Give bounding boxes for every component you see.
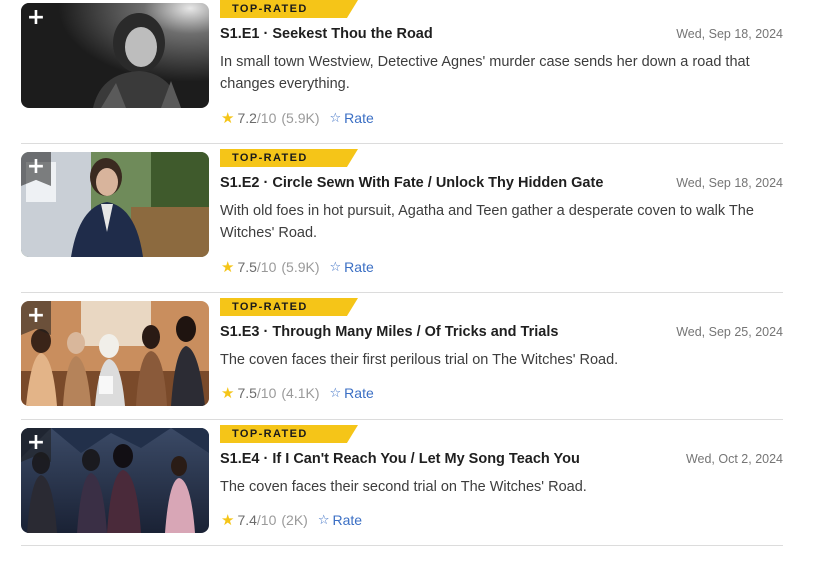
episode-description: The coven faces their first perilous tri… xyxy=(220,352,619,368)
top-rated-badge: TOP-RATED xyxy=(220,0,358,18)
episode-item: + TOP-RATED S1.E3 · Through Many Miles /… xyxy=(0,298,826,444)
episode-description: The coven faces their second trial on Th… xyxy=(220,479,587,495)
air-date: Wed, Oct 2, 2024 xyxy=(685,452,783,466)
star-icon: ★ xyxy=(221,511,235,529)
rate-label: Rate xyxy=(344,385,374,401)
rating-row: ★ 7.4 /10 (2K) ☆ Rate xyxy=(221,511,362,529)
rating-row: ★ 7.5 /10 (4.1K) ☆ Rate xyxy=(221,384,374,402)
star-icon: ★ xyxy=(221,384,235,402)
rating-scale: /10 xyxy=(256,259,277,275)
rating-row: ★ 7.2 /10 (5.9K) ☆ Rate xyxy=(221,109,374,127)
episode-thumbnail[interactable]: + xyxy=(21,301,209,406)
vote-count: (5.9K) xyxy=(281,259,320,275)
episode-description: With old foes in hot pursuit, Agatha and… xyxy=(220,203,754,241)
air-date: Wed, Sep 18, 2024 xyxy=(676,27,783,41)
episode-thumbnail[interactable]: + xyxy=(21,3,209,108)
episode-thumbnail[interactable]: + xyxy=(21,428,209,533)
rating-scale: /10 xyxy=(256,385,277,401)
star-icon: ★ xyxy=(221,109,235,127)
episode-item: + TOP-RATED S1.E1 · Seekest Thou the Roa… xyxy=(0,0,826,146)
star-icon: ★ xyxy=(221,258,235,276)
rating-scale: /10 xyxy=(256,512,277,528)
rating-score: 7.4 xyxy=(237,512,257,528)
top-rated-badge: TOP-RATED xyxy=(220,425,358,443)
vote-count: (4.1K) xyxy=(281,385,320,401)
episode-thumbnail[interactable]: + xyxy=(21,152,209,257)
rate-button[interactable]: ☆ Rate xyxy=(318,512,362,528)
divider xyxy=(21,143,783,144)
rate-label: Rate xyxy=(344,259,374,275)
top-rated-badge: TOP-RATED xyxy=(220,298,358,316)
star-outline-icon: ☆ xyxy=(329,259,342,275)
episode-description: In small town Westview, Detective Agnes'… xyxy=(220,54,750,92)
divider xyxy=(21,545,783,546)
vote-count: (2K) xyxy=(281,512,308,528)
episode-item: + TOP-RATED S1.E2 · Circle Sewn With Fat… xyxy=(0,149,826,295)
rate-button[interactable]: ☆ Rate xyxy=(330,259,374,275)
top-rated-badge: TOP-RATED xyxy=(220,149,358,167)
episode-item: + TOP-RATED S1.E4 · If I Can't Reach You… xyxy=(0,425,826,571)
divider xyxy=(21,419,783,420)
vote-count: (5.9K) xyxy=(281,110,320,126)
star-outline-icon: ☆ xyxy=(317,512,330,528)
rating-scale: /10 xyxy=(256,110,277,126)
rating-row: ★ 7.5 /10 (5.9K) ☆ Rate xyxy=(221,258,374,276)
episode-list: + TOP-RATED S1.E1 · Seekest Thou the Roa… xyxy=(0,0,826,547)
divider xyxy=(21,292,783,293)
rating-score: 7.5 xyxy=(237,259,257,275)
episode-title[interactable]: S1.E3 · Through Many Miles / Of Tricks a… xyxy=(220,324,558,340)
episode-title[interactable]: S1.E1 · Seekest Thou the Road xyxy=(220,26,433,42)
rate-button[interactable]: ☆ Rate xyxy=(330,110,374,126)
episode-title[interactable]: S1.E4 · If I Can't Reach You / Let My So… xyxy=(220,451,580,467)
star-outline-icon: ☆ xyxy=(329,385,342,401)
rate-button[interactable]: ☆ Rate xyxy=(330,385,374,401)
episode-title[interactable]: S1.E2 · Circle Sewn With Fate / Unlock T… xyxy=(220,175,603,191)
rating-score: 7.2 xyxy=(237,110,257,126)
rating-score: 7.5 xyxy=(237,385,257,401)
rate-label: Rate xyxy=(344,110,374,126)
air-date: Wed, Sep 25, 2024 xyxy=(676,325,783,339)
rate-label: Rate xyxy=(332,512,363,528)
air-date: Wed, Sep 18, 2024 xyxy=(676,176,783,190)
star-outline-icon: ☆ xyxy=(329,110,342,126)
